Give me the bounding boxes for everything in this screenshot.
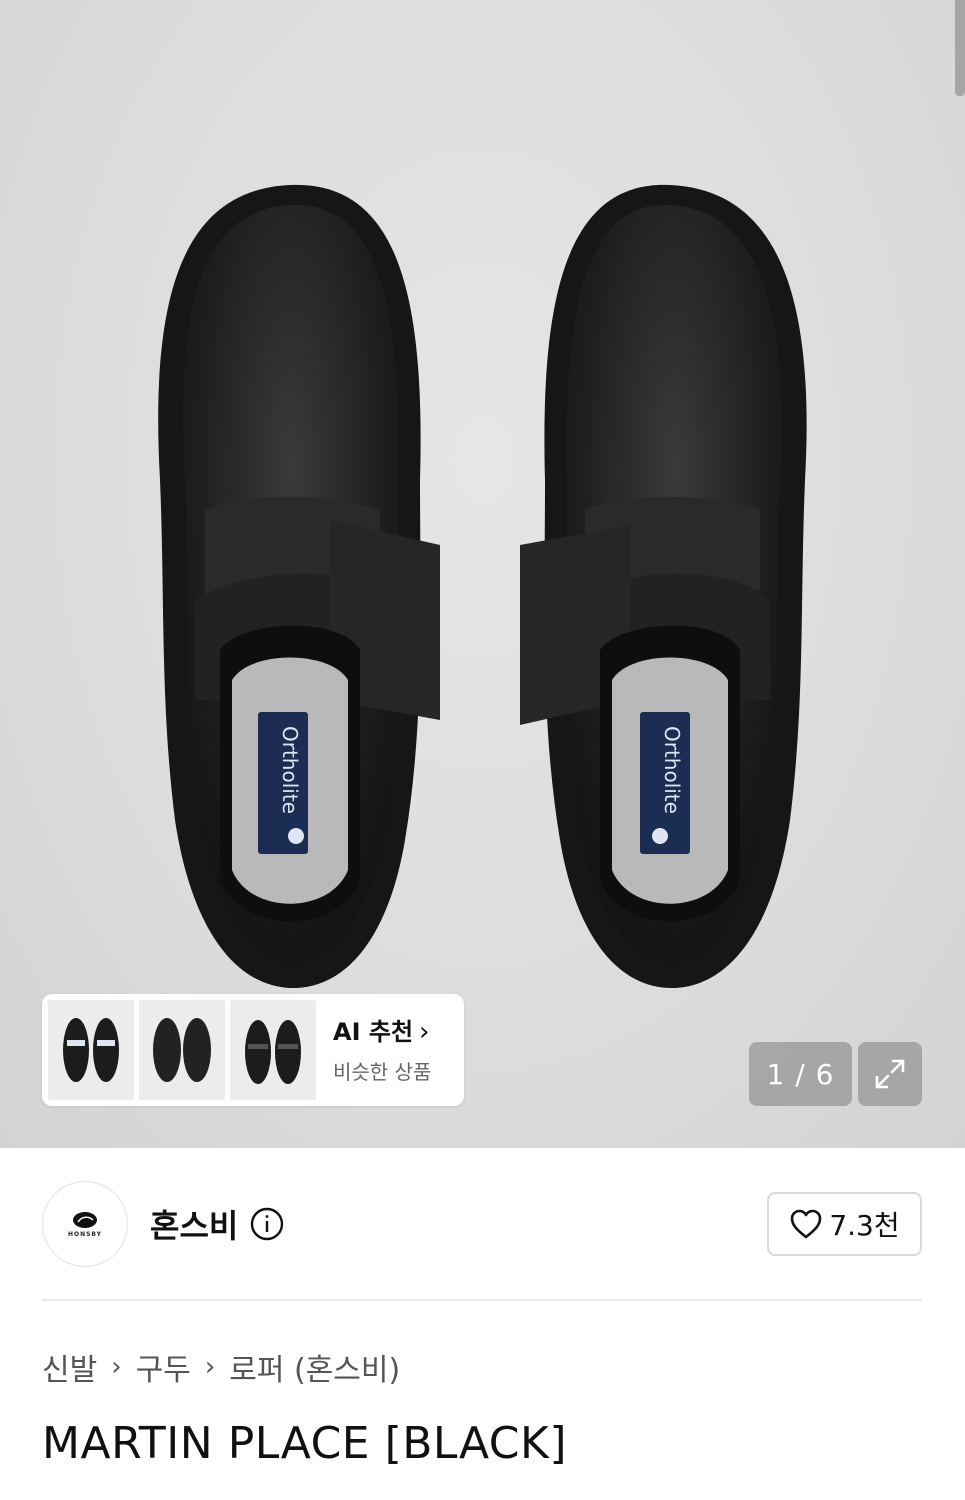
ai-recommend-card[interactable]: AI 추천 › 비슷한 상품 [42, 994, 464, 1106]
divider [42, 1299, 922, 1301]
expand-button[interactable] [858, 1042, 922, 1106]
ai-recommend-subtitle: 비슷한 상품 [333, 1059, 432, 1084]
product-title: MARTIN PLACE [BLACK] [42, 1418, 568, 1469]
chevron-right-icon: › [111, 1352, 122, 1382]
expand-icon [875, 1059, 905, 1089]
breadcrumb-item[interactable]: 구두 [136, 1345, 191, 1389]
like-button[interactable]: 7.3천 [767, 1192, 922, 1256]
info-icon[interactable] [250, 1207, 284, 1241]
recommend-thumbnail[interactable] [139, 1000, 225, 1100]
brand-logo[interactable]: HONSBY [42, 1181, 128, 1267]
ai-recommend-text: AI 추천 › 비슷한 상품 [333, 1016, 431, 1085]
brand-name[interactable]: 혼스비 [150, 1201, 238, 1247]
heart-icon [791, 1209, 822, 1239]
brand-logo-text: HONSBY [67, 1230, 103, 1238]
brand-mark-icon [73, 1211, 97, 1228]
product-photo: Ortholite Ortholite [158, 184, 807, 989]
product-image-gallery[interactable]: Ortholite Ortholite AI 추천 › 비슷한 상품 1 / 6 [0, 0, 965, 1148]
chevron-right-icon: › [204, 1352, 216, 1382]
breadcrumb: 신발 › 구두 › 로퍼 (혼스비) [42, 1345, 400, 1389]
svg-text:Ortholite: Ortholite [660, 726, 684, 814]
recommend-thumbnail[interactable] [230, 1000, 316, 1100]
brand-row: HONSBY 혼스비 7.3천 [42, 1180, 922, 1268]
recommend-thumbnail[interactable] [48, 1000, 134, 1100]
image-counter: 1 / 6 [749, 1042, 852, 1106]
ai-recommend-title: AI 추천 [333, 1017, 414, 1046]
svg-text:Ortholite: Ortholite [278, 726, 302, 814]
breadcrumb-item[interactable]: 신발 [42, 1345, 97, 1389]
chevron-right-icon: › [419, 1016, 430, 1047]
like-count: 7.3천 [829, 1209, 900, 1242]
breadcrumb-item[interactable]: 로퍼 (혼스비) [229, 1345, 400, 1389]
